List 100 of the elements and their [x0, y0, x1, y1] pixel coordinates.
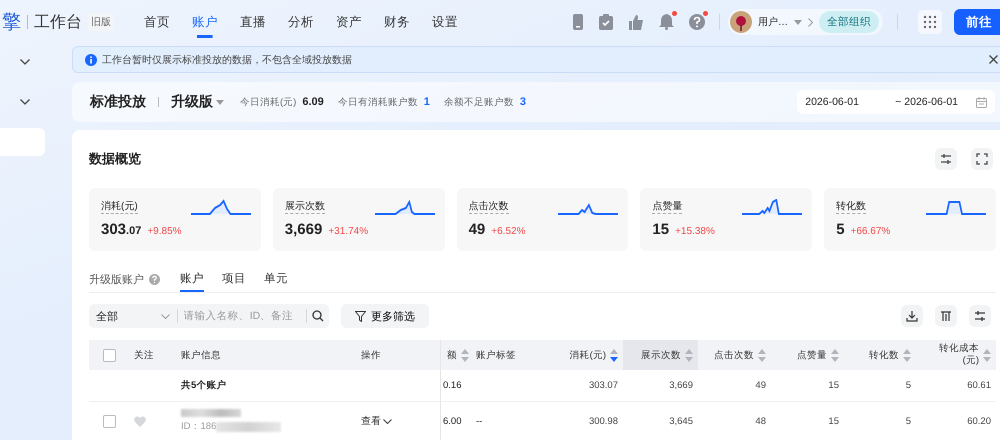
fullscreen-button[interactable]: [971, 148, 993, 170]
metric-label: 点击次数: [468, 199, 509, 214]
calendar-icon: [976, 96, 987, 108]
scope-select[interactable]: 全部: [89, 309, 178, 323]
stat-value: 6.09: [302, 96, 324, 108]
metric-value: 5: [836, 221, 845, 238]
metric-value: 49: [468, 221, 486, 238]
column-header: 点击次数: [714, 348, 754, 362]
close-icon[interactable]: [989, 55, 998, 64]
sort-icon[interactable]: [758, 348, 766, 362]
thumbs-up-icon[interactable]: [628, 14, 644, 30]
sort-icon[interactable]: [983, 348, 991, 362]
caret-icon[interactable]: [216, 100, 224, 104]
version-badge[interactable]: 旧版: [88, 13, 114, 31]
bell-icon[interactable]: [659, 14, 674, 30]
column-header: 点赞量: [797, 348, 827, 362]
metric-value: 15: [652, 221, 670, 238]
table-cell: 15: [828, 416, 839, 426]
sort-icon[interactable]: [461, 348, 469, 362]
app-grid-button[interactable]: [918, 10, 942, 34]
sparkline-chart: [742, 199, 802, 215]
account-switcher[interactable]: 用户… 全部组织: [728, 9, 883, 35]
phone-icon[interactable]: [572, 14, 584, 30]
upgrade-button[interactable]: 前往: [954, 9, 1000, 35]
search-icon: [312, 310, 324, 322]
sort-icon[interactable]: [831, 348, 839, 362]
metric-change: +9.85%: [147, 226, 182, 237]
checkbox[interactable]: [102, 414, 116, 428]
columns-button[interactable]: [935, 305, 957, 327]
nav-tab[interactable]: 分析: [288, 6, 314, 38]
chevron-right-icon: [808, 18, 813, 26]
sort-icon[interactable]: [610, 348, 618, 362]
metric-change: +31.74%: [328, 226, 368, 237]
notification-dot: [703, 11, 708, 16]
column-header: 额: [447, 348, 457, 362]
metric-card[interactable]: 点击次数 49 +6.52%: [456, 188, 628, 251]
stat-value: 1: [424, 96, 430, 108]
user-name: 用户…: [758, 16, 788, 29]
org-tag[interactable]: 全部组织: [819, 11, 879, 33]
help-icon[interactable]: [149, 274, 160, 284]
account-id: ID：186: [181, 420, 216, 433]
nav-tab[interactable]: 直播: [240, 6, 266, 38]
page-title: 标准投放: [90, 93, 146, 111]
help-icon[interactable]: [689, 14, 705, 30]
table-cell: 15: [828, 380, 839, 391]
more-filters-button[interactable]: 更多筛选: [341, 304, 429, 328]
metric-card[interactable]: 点赞量 15 +15.38%: [640, 188, 812, 251]
sliders-icon: [974, 310, 986, 322]
table-cell: 48: [755, 416, 766, 426]
columns-icon: [940, 310, 952, 322]
settings-button[interactable]: [935, 148, 957, 170]
chevron-down-icon[interactable]: [20, 99, 30, 105]
nav-tab[interactable]: 资产: [336, 6, 362, 38]
table-cell: 5: [906, 380, 911, 391]
logo-text: 擎: [2, 11, 21, 35]
section-title: 数据概览: [89, 150, 141, 168]
metric-card[interactable]: 转化数 5 +66.67%: [824, 188, 996, 251]
sort-icon[interactable]: [903, 348, 911, 362]
nav-tab[interactable]: 财务: [384, 6, 410, 38]
blurred-id: [216, 422, 282, 432]
download-button[interactable]: [901, 305, 923, 327]
avatar-icon: [730, 11, 752, 33]
metric-label: 展示次数: [284, 199, 325, 214]
table-cell: 49: [755, 380, 766, 391]
search-field[interactable]: 全部 请输入名称、ID、备注: [89, 304, 329, 328]
checkbox[interactable]: [102, 348, 116, 362]
sparkline-chart: [374, 199, 435, 215]
stat-label: 今日有消耗账户数: [338, 96, 418, 108]
tab[interactable]: 项目: [222, 266, 246, 292]
column-header: 操作: [361, 348, 381, 362]
table-cell: 60.61: [967, 380, 991, 391]
sliders-icon: [940, 153, 952, 165]
caret-icon: [794, 20, 802, 24]
date-range-field[interactable]: 2026-06-01 ~ 2026-06-01: [797, 90, 995, 114]
table-cell: 5: [906, 416, 911, 426]
chevron-down-icon: [160, 314, 170, 318]
view-link[interactable]: 查看: [361, 414, 392, 428]
chevron-down-icon[interactable]: [20, 59, 30, 65]
tab[interactable]: 账户: [180, 266, 204, 292]
column-header: 转化成本(元): [939, 342, 979, 368]
table-cell: 0.16: [443, 380, 462, 391]
metric-change: +15.38%: [675, 226, 715, 237]
metric-change: +6.52%: [491, 226, 526, 237]
stat-value: 3: [520, 96, 526, 108]
tab-group-label: 升级版账户: [89, 272, 144, 286]
app-title: 工作台: [34, 12, 82, 32]
metric-card[interactable]: 消耗(元) 303.07 +9.85%: [89, 188, 261, 251]
table-cell: 303.07: [588, 380, 618, 391]
metric-card[interactable]: 展示次数 3,669 +31.74%: [272, 188, 445, 251]
nav-tab[interactable]: 首页: [144, 6, 170, 38]
chevron-down-icon: [383, 418, 392, 424]
nav-tab[interactable]: 设置: [432, 6, 458, 38]
notice-text: 工作台暂时仅展示标准投放的数据，不包含全域投放数据: [102, 54, 352, 66]
settings-button[interactable]: [969, 305, 991, 327]
version-select[interactable]: 升级版: [171, 93, 213, 111]
clipboard-check-icon[interactable]: [599, 14, 613, 30]
table-cell: --: [476, 416, 482, 426]
stat-label: 余额不足账户数: [444, 96, 514, 108]
tab[interactable]: 单元: [264, 266, 288, 292]
stat-label: 今日消耗(元): [240, 96, 296, 108]
